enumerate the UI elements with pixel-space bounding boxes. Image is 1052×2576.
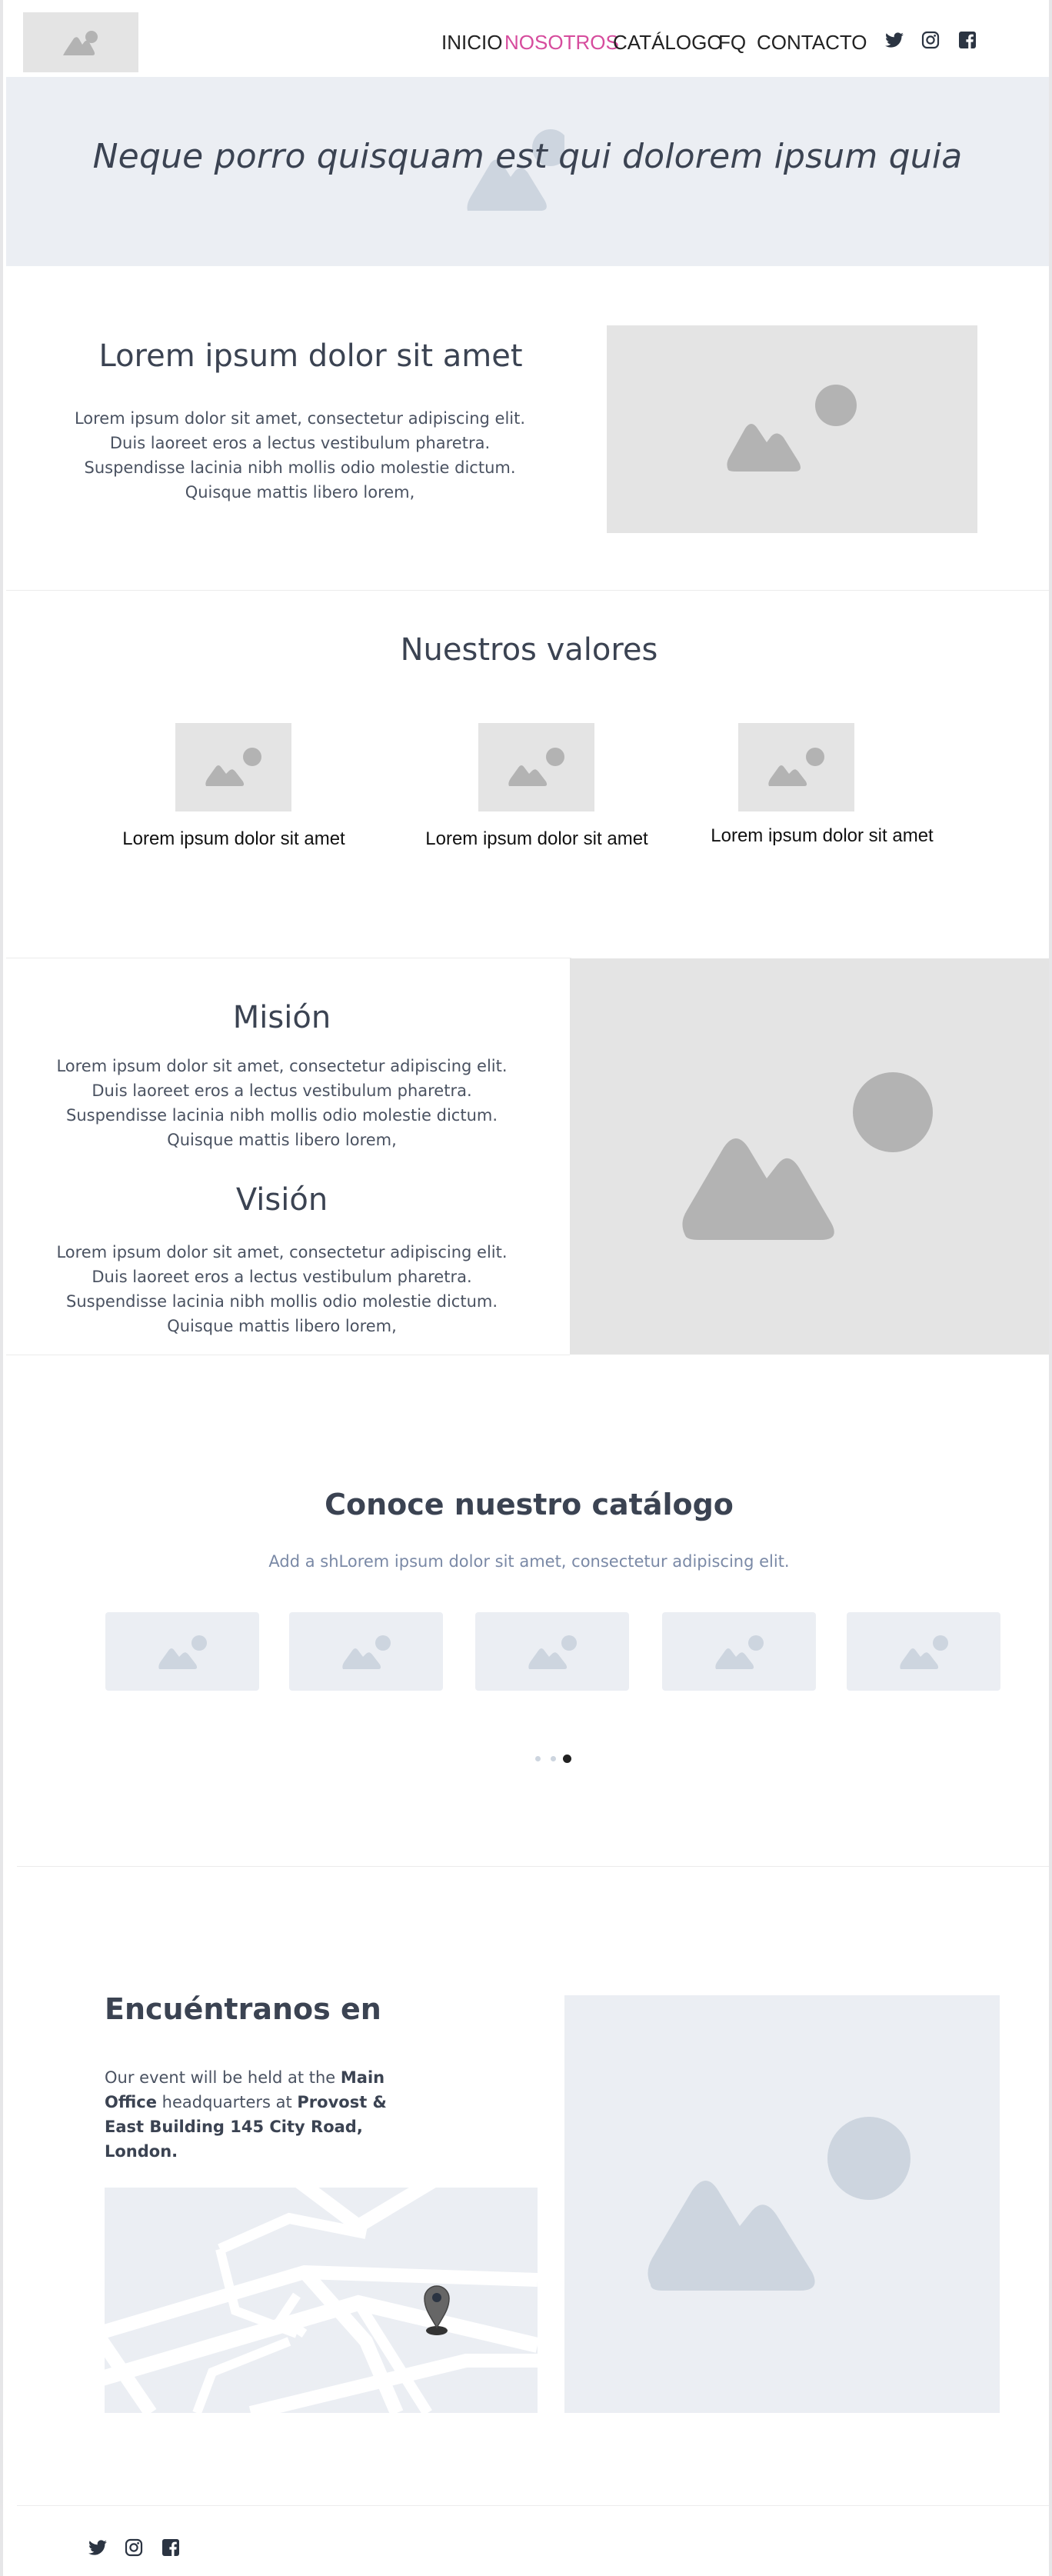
find-image [564, 1995, 1000, 2413]
value-image-3 [738, 723, 854, 811]
values-title: Nuestros valores [400, 632, 658, 668]
vision-title: Visión [235, 1182, 328, 1218]
facebook-icon[interactable] [161, 2538, 180, 2560]
carousel-dot-3-active[interactable] [563, 1755, 571, 1763]
value-label-3: Lorem ipsum dolor sit amet [711, 825, 934, 846]
carousel-dot-2[interactable] [551, 1756, 556, 1761]
value-image-1 [175, 723, 291, 811]
find-address: Our event will be held at the Main Offic… [105, 2065, 428, 2164]
mission-title: Misión [232, 1000, 331, 1035]
section-divider [17, 2505, 1049, 2506]
vision-text: Lorem ipsum dolor sit amet, consectetur … [56, 1243, 508, 1335]
nav-catalogo[interactable]: CATÁLOGO [613, 31, 723, 55]
catalog-subtitle: Add a shLorem ipsum dolor sit amet, cons… [268, 1552, 790, 1571]
carousel-dot-1[interactable] [535, 1756, 541, 1761]
catalog-item-4[interactable] [662, 1612, 816, 1691]
nav-inicio[interactable]: INICIO [441, 31, 502, 55]
intro-title: Lorem ipsum dolor sit amet [98, 338, 523, 374]
instagram-icon[interactable] [921, 31, 940, 52]
find-text-mid: headquarters at [156, 2093, 298, 2111]
intro-text: Lorem ipsum dolor sit amet, consectetur … [74, 409, 526, 502]
map-pin-icon[interactable] [423, 2283, 451, 2337]
value-label-1: Lorem ipsum dolor sit amet [122, 828, 345, 849]
page: INICIO NOSOTROS CATÁLOGO FQ CONTACTO Neq… [0, 0, 1052, 2576]
section-divider [6, 590, 1049, 591]
catalog-item-3[interactable] [475, 1612, 629, 1691]
location-map[interactable] [105, 2188, 538, 2413]
mission-text: Lorem ipsum dolor sit amet, consectetur … [56, 1057, 508, 1149]
catalog-title: Conoce nuestro catálogo [325, 1488, 734, 1521]
find-title: Encuéntranos en [105, 1992, 381, 2026]
twitter-icon[interactable] [88, 2540, 108, 2560]
nav-nosotros[interactable]: NOSOTROS [504, 31, 619, 55]
value-label-2: Lorem ipsum dolor sit amet [425, 828, 648, 849]
catalog-item-5[interactable] [847, 1612, 1000, 1691]
intro-image [607, 325, 977, 533]
value-image-2 [478, 723, 594, 811]
instagram-icon[interactable] [125, 2538, 143, 2560]
header-social [884, 31, 984, 54]
footer-social [88, 2538, 188, 2561]
mission-image [570, 958, 1049, 1355]
hero-title: Neque porro quisquam est qui dolorem ips… [92, 137, 963, 176]
catalog-item-1[interactable] [105, 1612, 259, 1691]
nav-fq[interactable]: FQ [718, 31, 746, 55]
twitter-icon[interactable] [884, 32, 904, 52]
nav-contacto[interactable]: CONTACTO [757, 31, 867, 55]
facebook-icon[interactable] [958, 31, 977, 52]
section-divider [17, 1866, 1049, 1867]
hero-banner: Neque porro quisquam est qui dolorem ips… [6, 77, 1049, 266]
find-text-prefix: Our event will be held at the [105, 2068, 341, 2087]
carousel-dots [534, 1754, 580, 1763]
catalog-item-2[interactable] [289, 1612, 443, 1691]
